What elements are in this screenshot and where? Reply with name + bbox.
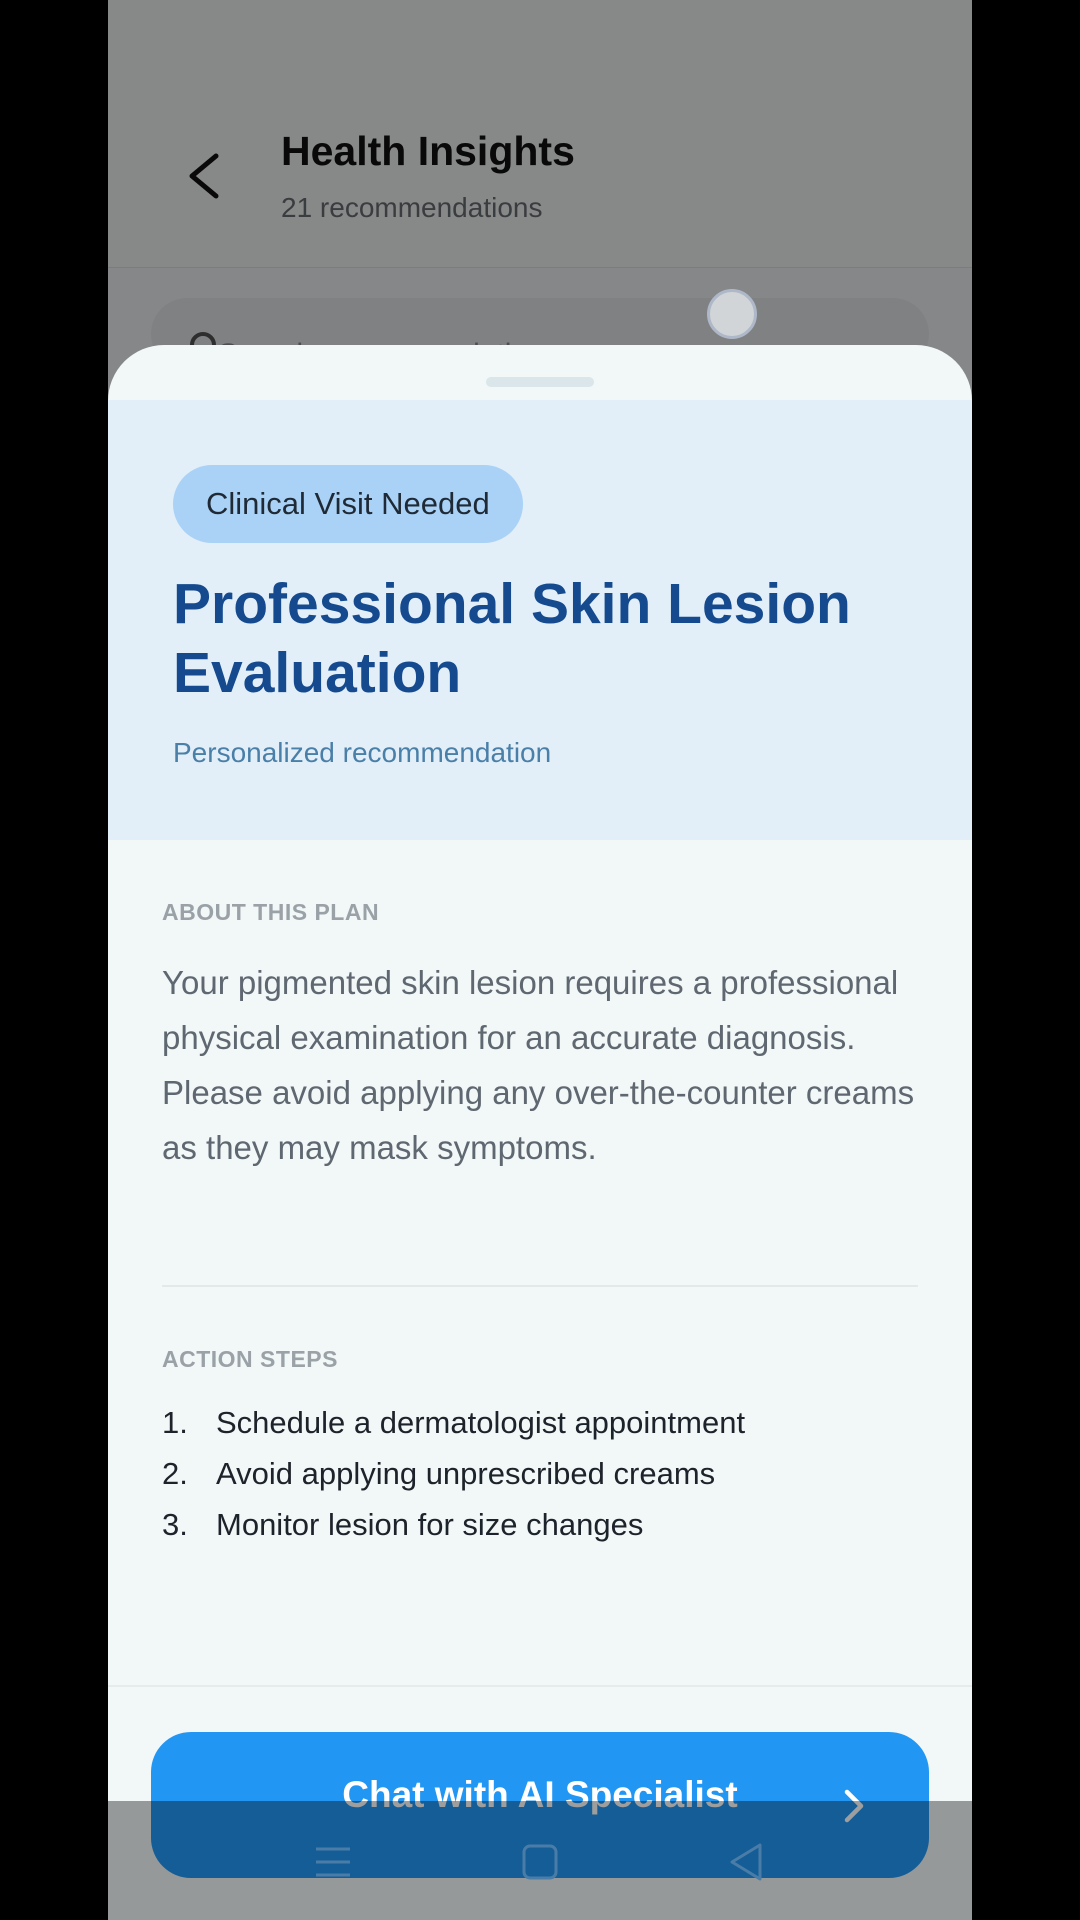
- touch-indicator: [707, 289, 757, 339]
- steps-section-label: ACTION STEPS: [162, 1346, 338, 1372]
- step-text: Schedule a dermatologist appointment: [216, 1405, 746, 1440]
- about-text: Your pigmented skin lesion requires a pr…: [162, 964, 915, 1166]
- system-nav-bar: [108, 1801, 972, 1920]
- recommendation-subtitle: Personalized recommendation: [173, 737, 552, 768]
- step-number: 3.: [162, 1507, 188, 1542]
- screen: Health Insights 21 recommendations Searc…: [108, 0, 972, 1920]
- menu-icon[interactable]: [308, 1837, 358, 1887]
- step-text: Avoid applying unprescribed creams: [216, 1456, 716, 1491]
- recommendation-title: Professional Skin Lesion Evaluation: [173, 572, 851, 705]
- about-section-label: ABOUT THIS PLAN: [162, 899, 380, 925]
- recommendation-sheet: Clinical Visit Needed Professional Skin …: [108, 345, 972, 1920]
- footer-divider: [108, 1685, 972, 1687]
- home-square-icon[interactable]: [515, 1837, 565, 1887]
- step-number: 2.: [162, 1456, 188, 1491]
- step-text: Monitor lesion for size changes: [216, 1507, 644, 1542]
- action-steps-list: 1. Schedule a dermatologist appointment …: [162, 1405, 745, 1558]
- back-triangle-icon[interactable]: [722, 1837, 772, 1887]
- step-number: 1.: [162, 1405, 188, 1440]
- drag-handle[interactable]: [486, 377, 594, 387]
- divider: [162, 1285, 918, 1287]
- list-item: 1. Schedule a dermatologist appointment: [162, 1405, 745, 1456]
- status-badge: Clinical Visit Needed: [173, 465, 523, 543]
- list-item: 2. Avoid applying unprescribed creams: [162, 1456, 745, 1507]
- list-item: 3. Monitor lesion for size changes: [162, 1507, 745, 1558]
